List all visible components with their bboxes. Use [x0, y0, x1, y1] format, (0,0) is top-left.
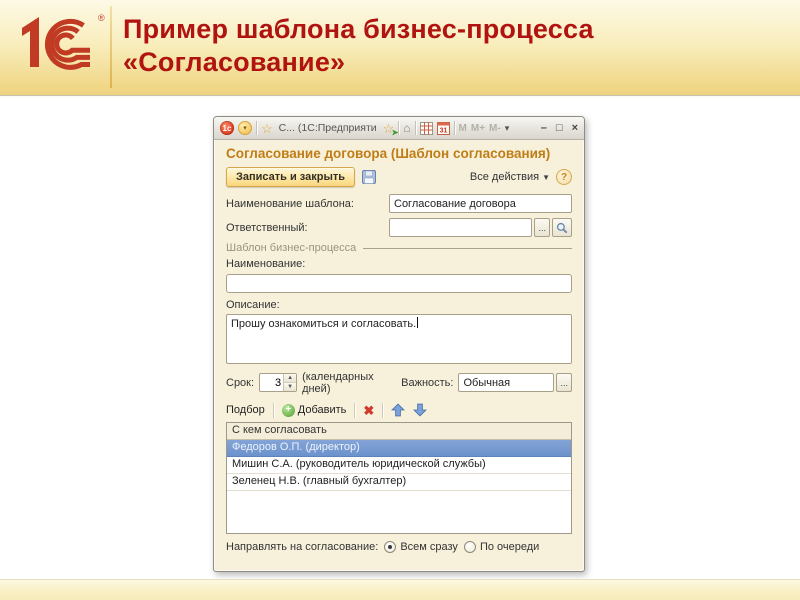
move-up-button[interactable] — [391, 403, 405, 417]
slide-header: ® Пример шаблона бизнес-процесса «Соглас… — [0, 0, 800, 96]
spin-up-icon[interactable]: ▲ — [284, 374, 296, 383]
responsible-row: Ответственный: ... — [226, 218, 572, 237]
term-input[interactable] — [260, 374, 283, 391]
list-toolbar: Подбор + Добавить ✖ — [226, 403, 572, 418]
importance-input[interactable] — [458, 373, 554, 392]
radio-all-at-once-label: Всем сразу — [400, 541, 458, 553]
save-icon[interactable] — [361, 169, 377, 185]
delete-button[interactable]: ✖ — [363, 404, 374, 417]
titlebar-separator — [454, 121, 455, 135]
table-header: С кем согласовать — [227, 423, 571, 440]
spin-down-icon[interactable]: ▼ — [284, 383, 296, 391]
close-button[interactable]: × — [572, 123, 578, 134]
pick-button[interactable]: Подбор — [226, 404, 265, 416]
titlebar-separator — [398, 121, 399, 135]
term-label: Срок: — [226, 377, 254, 389]
memory-m-minus-button[interactable]: M- — [489, 123, 501, 134]
toolbar-separator — [382, 403, 383, 418]
slide-footer — [0, 579, 800, 600]
add-plus-icon: + — [282, 404, 295, 417]
slide-title-line1: Пример шаблона бизнес-процесса — [123, 13, 594, 46]
group-title: Шаблон бизнес-процесса — [226, 242, 356, 254]
all-actions-button[interactable]: Все действия ▼ — [470, 171, 550, 183]
template-name-row: Наименование шаблона: — [226, 194, 572, 213]
radio-all-at-once[interactable]: Всем сразу — [384, 541, 458, 553]
toolbar-separator — [273, 403, 274, 418]
add-favorite-icon[interactable]: ☆➤ — [383, 122, 395, 135]
description-label: Описание: — [226, 299, 572, 311]
home-icon[interactable]: ⌂ — [403, 122, 410, 134]
app-window: 1с ▾ ☆ С... (1С:Предприяти ☆➤ ⌂ 31 M M+ … — [213, 116, 585, 572]
routing-label: Направлять на согласование: — [226, 541, 378, 553]
window-titlebar: 1с ▾ ☆ С... (1С:Предприяти ☆➤ ⌂ 31 M M+ … — [214, 117, 584, 140]
search-icon — [556, 222, 568, 234]
responsible-input[interactable] — [389, 218, 532, 237]
bp-name-input[interactable] — [226, 274, 572, 293]
table-row[interactable]: Зеленец Н.В. (главный бухгалтер) — [227, 474, 571, 491]
calendar-icon[interactable]: 31 — [437, 122, 450, 135]
bp-name-label: Наименование: — [226, 258, 572, 270]
template-name-label: Наименование шаблона: — [226, 198, 389, 210]
radio-unchecked-icon — [464, 541, 476, 553]
save-and-close-button[interactable]: Записать и закрыть — [226, 167, 355, 187]
template-name-input[interactable] — [389, 194, 572, 213]
term-importance-row: Срок: ▲ ▼ (календарных дней) Важность: .… — [226, 371, 572, 395]
main-menu-dropdown-icon[interactable]: ▾ — [238, 121, 252, 135]
add-label: Добавить — [298, 404, 347, 416]
app-icon[interactable]: 1с — [220, 121, 234, 135]
table-empty-area — [227, 491, 571, 533]
slide-title: Пример шаблона бизнес-процесса «Согласов… — [123, 13, 594, 79]
svg-text:31: 31 — [439, 127, 447, 134]
toolbar-overflow-icon[interactable]: ▾ — [505, 123, 510, 134]
toolbar-separator — [354, 403, 355, 418]
slide: ® Пример шаблона бизнес-процесса «Соглас… — [0, 0, 800, 600]
group-rule — [363, 248, 572, 249]
help-button[interactable]: ? — [556, 169, 572, 185]
chevron-down-icon: ▼ — [542, 173, 550, 182]
approvers-table: С кем согласовать Федоров О.П. (директор… — [226, 422, 572, 534]
memory-m-button[interactable]: M — [459, 123, 467, 134]
responsible-select-button[interactable]: ... — [534, 218, 550, 237]
radio-in-turn[interactable]: По очереди — [464, 541, 539, 553]
favorites-star-icon[interactable]: ☆ — [261, 122, 273, 135]
logo-registered-mark: ® — [98, 13, 105, 23]
minimize-button[interactable]: – — [541, 123, 547, 134]
all-actions-label: Все действия — [470, 171, 539, 183]
banner-divider — [110, 6, 112, 88]
command-bar: Записать и закрыть Все действия ▼ ? — [226, 167, 572, 187]
maximize-button[interactable]: □ — [556, 123, 563, 134]
window-title: С... (1С:Предприяти — [279, 122, 377, 134]
1c-logo: ® — [12, 7, 108, 79]
slide-title-line2: «Согласование» — [123, 46, 594, 79]
table-row[interactable]: Федоров О.П. (директор) — [227, 440, 571, 457]
business-process-group-header: Шаблон бизнес-процесса — [226, 242, 572, 254]
titlebar-separator — [256, 121, 257, 135]
calculator-icon[interactable] — [420, 122, 433, 135]
description-textarea[interactable]: Прошу ознакомиться и согласовать. — [226, 314, 572, 364]
description-text: Прошу ознакомиться и согласовать. — [231, 318, 416, 330]
table-row[interactable]: Мишин С.А. (руководитель юридической слу… — [227, 457, 571, 474]
memory-m-plus-button[interactable]: M+ — [471, 123, 485, 134]
importance-label: Важность: — [401, 377, 453, 389]
term-spinner: ▲ ▼ — [259, 373, 297, 392]
text-cursor — [417, 317, 418, 328]
importance-select-button[interactable]: ... — [556, 373, 572, 392]
responsible-search-button[interactable] — [552, 218, 572, 237]
routing-row: Направлять на согласование: Всем сразу П… — [226, 541, 572, 553]
window-controls: – □ × — [541, 123, 578, 134]
form-title: Согласование договора (Шаблон согласован… — [226, 146, 572, 161]
add-button[interactable]: + Добавить — [282, 404, 347, 417]
titlebar-separator — [415, 121, 416, 135]
radio-checked-icon — [384, 541, 396, 553]
window-body: Согласование договора (Шаблон согласован… — [214, 140, 584, 559]
move-down-button[interactable] — [413, 403, 427, 417]
term-suffix: (календарных дней) — [302, 371, 389, 395]
responsible-label: Ответственный: — [226, 222, 389, 234]
1c-logo-icon: ® — [12, 7, 108, 79]
radio-in-turn-label: По очереди — [480, 541, 539, 553]
